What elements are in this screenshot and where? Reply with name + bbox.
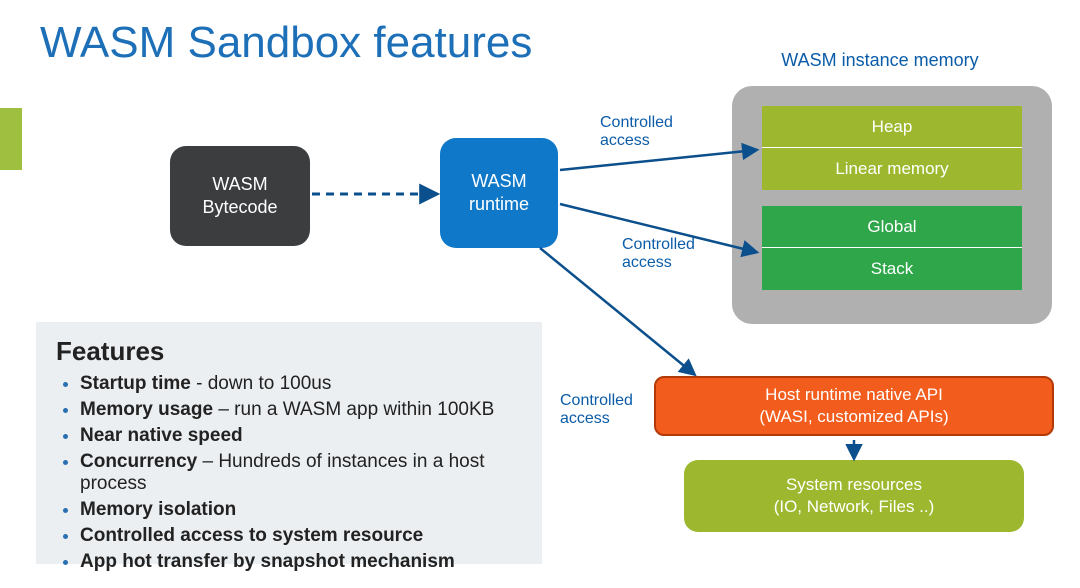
- ctrl1-a: Controlled: [600, 114, 673, 131]
- wasm-runtime-box: WASM runtime: [440, 138, 558, 248]
- feature-item: Startup time - down to 100us: [80, 373, 522, 395]
- feature-item: Near native speed: [80, 425, 522, 447]
- runtime-text: WASM runtime: [469, 170, 529, 217]
- heap-box: Heap: [762, 106, 1022, 148]
- feature-bold: Memory isolation: [80, 499, 236, 520]
- hostapi-line2: (WASI, customized APIs): [759, 406, 948, 428]
- controlled-access-label-3: Controlled access: [560, 392, 660, 427]
- feature-bold: Near native speed: [80, 425, 243, 446]
- accent-bar: [0, 108, 22, 170]
- ctrl2-b: access: [622, 254, 672, 271]
- feature-bold: Controlled access to system resource: [80, 525, 423, 546]
- system-resources-box: System resources (IO, Network, Files ..): [684, 460, 1024, 532]
- features-heading: Features: [56, 336, 522, 367]
- ctrl1-b: access: [600, 132, 650, 149]
- feature-rest: - down to 100us: [191, 373, 331, 394]
- global-box: Global: [762, 206, 1022, 248]
- bytecode-text: WASM Bytecode: [202, 173, 277, 220]
- feature-bold: Startup time: [80, 373, 191, 394]
- feature-bold: Concurrency: [80, 451, 197, 472]
- feature-item: App hot transfer by snapshot mechanism: [80, 551, 522, 573]
- stack-box: Stack: [762, 248, 1022, 290]
- host-api-box: Host runtime native API (WASI, customize…: [654, 376, 1054, 436]
- linear-memory-box: Linear memory: [762, 148, 1022, 190]
- slide-title: WASM Sandbox features: [40, 18, 532, 68]
- feature-bold: Memory usage: [80, 399, 213, 420]
- arrow-runtime-to-heap: [560, 150, 756, 170]
- wasm-bytecode-box: WASM Bytecode: [170, 146, 310, 246]
- feature-item: Memory isolation: [80, 499, 522, 521]
- controlled-access-label-1: Controlled access: [600, 114, 700, 149]
- ctrl3-b: access: [560, 410, 610, 427]
- controlled-access-label-2: Controlled access: [622, 236, 722, 271]
- feature-item: Memory usage – run a WASM app within 100…: [80, 399, 522, 421]
- feature-bold: App hot transfer by snapshot mechanism: [80, 551, 455, 572]
- hostapi-line1: Host runtime native API: [765, 384, 943, 406]
- sysres-line1: System resources: [786, 474, 922, 496]
- sysres-line2: (IO, Network, Files ..): [774, 496, 935, 518]
- features-list: Startup time - down to 100us Memory usag…: [56, 373, 522, 573]
- features-panel: Features Startup time - down to 100us Me…: [36, 322, 542, 564]
- ctrl2-a: Controlled: [622, 236, 695, 253]
- feature-item: Concurrency – Hundreds of instances in a…: [80, 451, 522, 495]
- feature-item: Controlled access to system resource: [80, 525, 522, 547]
- feature-rest: – run a WASM app within 100KB: [213, 399, 494, 420]
- ctrl3-a: Controlled: [560, 392, 633, 409]
- memory-block-label: WASM instance memory: [750, 50, 1010, 71]
